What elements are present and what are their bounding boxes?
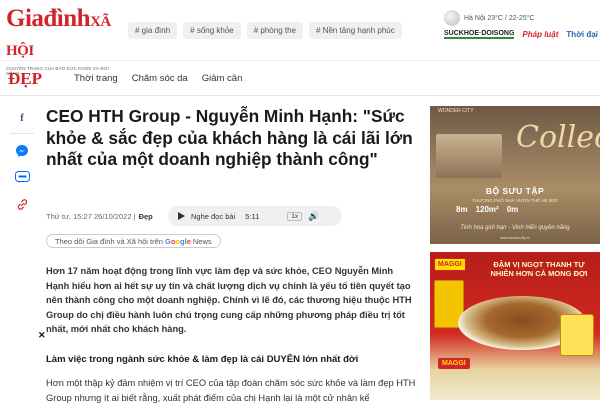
audio-label: Nghe đọc bài — [191, 211, 236, 221]
ad-banner-maggi[interactable]: MAGGI ĐẬM VỊ NGỌT THANH TỰ NHIÊN HƠN CẢ … — [430, 252, 600, 400]
tag-song-khoe[interactable]: # sống khỏe — [183, 22, 241, 39]
product-bag-image — [560, 314, 594, 356]
google-news-logo: Google — [165, 236, 191, 246]
article-sapo: Hơn 17 năm hoạt động trong lĩnh vực làm … — [46, 266, 412, 335]
article-category[interactable]: Đẹp — [139, 212, 153, 221]
divider — [10, 133, 34, 134]
audio-player: Nghe đọc bài 5:11 1x 🔊 — [168, 206, 342, 226]
weather-widget: Hà Nội 23°C / 22-25°C — [444, 10, 535, 26]
follow-google-news-button[interactable]: Theo dõi Gia đình và Xã hội trên Google … — [46, 234, 221, 248]
article-date: Thứ tư, 15:27 26/10/2022 | — [46, 212, 136, 221]
nav-link-cham-soc-da[interactable]: Chăm sóc da — [132, 73, 188, 84]
ad-brand-logo-2: MAGGI — [438, 358, 470, 369]
close-icon[interactable]: ✕ — [38, 330, 46, 341]
partner-suckhoe-doisong[interactable]: SUCKHOE·DOISONG — [444, 30, 515, 39]
ad-stat: 8m — [456, 205, 468, 214]
article: CEO HTH Group - Nguyễn Minh Hạnh: "Sức k… — [46, 106, 416, 403]
ad-subtitle: THƯƠNG PHỐ NHÀ VƯỜN THẾ HỆ MỚI — [472, 198, 558, 203]
ad-tagline: Tinh hoa giới hạn - Vinh hiển quyền năng — [460, 225, 570, 231]
tag-phong-the[interactable]: # phòng the — [246, 22, 303, 39]
messenger-icon[interactable] — [10, 139, 34, 163]
nav-link-thoi-trang[interactable]: Thời trang — [74, 73, 118, 84]
follow-news: News — [192, 236, 212, 246]
partner-phap-luat[interactable]: Pháp luật — [522, 30, 558, 39]
section-nav: ĐẸP Thời trang Chăm sóc da Giảm cân — [0, 60, 600, 96]
follow-prefix: Theo dõi Gia đình và Xã hội trên — [55, 236, 163, 246]
audio-duration: 5:11 — [245, 211, 260, 221]
article-title: CEO HTH Group - Nguyễn Minh Hạnh: "Sức k… — [46, 106, 413, 169]
ad-banner-wonder-city[interactable]: WONDER CITY Collection BỘ SƯU TẬP THƯƠNG… — [430, 106, 600, 244]
building-image — [436, 134, 502, 178]
logo-main: Giađình — [6, 5, 91, 32]
nav-link-giam-can[interactable]: Giảm cân — [202, 73, 243, 84]
article-body: Hơn một thập kỷ đảm nhiệm vị trí CEO của… — [46, 378, 416, 403]
ad-brand-logo: MAGGI — [434, 258, 466, 271]
ad-stats: 8m 120m² 0m — [456, 205, 518, 214]
ad-title: BỘ SƯU TẬP — [485, 186, 545, 196]
topic-tags: # gia đình # sống khỏe # phòng the # Nền… — [128, 22, 402, 39]
speed-button[interactable]: 1x — [287, 211, 303, 221]
weather-icon — [444, 10, 460, 26]
link-icon[interactable] — [10, 193, 34, 217]
facebook-icon[interactable]: f — [10, 106, 34, 130]
ad-stat: 0m — [506, 205, 519, 214]
play-icon[interactable] — [178, 212, 185, 220]
site-header: GiađìnhXÃ HỘI CHUYÊN TRANG CỦA BÁO SỨC K… — [0, 0, 600, 77]
weather-text: Hà Nội 23°C / 22-25°C — [464, 14, 535, 22]
ad-brand: WONDER CITY — [438, 108, 474, 114]
zalo-icon[interactable] — [10, 166, 34, 190]
ad-script-text: Collection — [516, 120, 600, 155]
section-title[interactable]: ĐẸP — [8, 69, 42, 89]
partner-links: SUCKHOE·DOISONG Pháp luật Thời đại — [444, 30, 598, 39]
tag-nen-tang-hanh-phuc[interactable]: # Nền tảng hạnh phúc — [309, 22, 402, 39]
share-bar: f — [10, 106, 34, 220]
ad-stat: 120m² — [475, 205, 499, 214]
ad-footer: www.wondercity.vn — [500, 236, 530, 240]
partner-thoi-dai[interactable]: Thời đại — [566, 30, 597, 39]
subsection-links: Thời trang Chăm sóc da Giảm cân — [74, 73, 242, 84]
article-meta: Thứ tư, 15:27 26/10/2022 | Đẹp — [46, 212, 153, 221]
volume-icon[interactable]: 🔊 — [308, 211, 319, 222]
tag-gia-dinh[interactable]: # gia đình — [128, 22, 178, 39]
ad-headline: ĐẬM VỊ NGỌT THANH TỰ NHIÊN HƠN CẢ MONG Đ… — [490, 260, 588, 278]
site-logo[interactable]: GiađìnhXÃ HỘI CHUYÊN TRANG CỦA BÁO SỨC K… — [6, 5, 120, 77]
article-subheading: Làm việc trong ngành sức khỏe & làm đẹp … — [46, 354, 359, 365]
